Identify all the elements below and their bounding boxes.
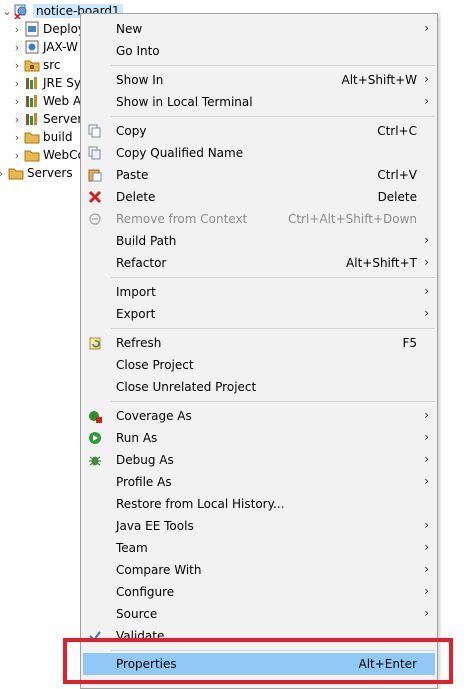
submenu-arrow-icon: › — [424, 430, 429, 444]
submenu-arrow-icon: › — [424, 233, 429, 247]
library-icon — [24, 75, 40, 91]
paste-icon — [87, 167, 103, 183]
submenu-arrow-icon: › — [424, 584, 429, 598]
submenu-arrow-icon: › — [424, 255, 429, 269]
menu-item-profile-as[interactable]: Profile As › — [83, 471, 435, 493]
submenu-arrow-icon: › — [424, 518, 429, 532]
menu-item-refactor[interactable]: Refactor Alt+Shift+T › — [83, 252, 435, 274]
chevron-right-icon[interactable]: › — [10, 149, 24, 162]
submenu-arrow-icon: › — [424, 21, 429, 35]
tree-item-server-runtime[interactable]: › Server — [10, 110, 83, 128]
menu-item-paste[interactable]: Paste Ctrl+V — [83, 164, 435, 186]
menu-item-team[interactable]: Team › — [83, 537, 435, 559]
chevron-right-icon[interactable]: › — [10, 77, 24, 90]
submenu-arrow-icon: › — [424, 94, 429, 108]
menu-item-close-project[interactable]: Close Project — [83, 354, 435, 376]
source-folder-icon — [24, 57, 40, 73]
menu-item-show-in-terminal[interactable]: Show in Local Terminal › — [83, 91, 435, 113]
chevron-right-icon[interactable]: › — [10, 95, 24, 108]
menu-item-compare-with[interactable]: Compare With › — [83, 559, 435, 581]
context-menu: New › Go Into Show In Alt+Shift+W › Show… — [80, 13, 438, 689]
menu-item-show-in[interactable]: Show In Alt+Shift+W › — [83, 69, 435, 91]
tree-item-servers[interactable]: › Servers — [0, 164, 73, 182]
menu-item-restore-local-history[interactable]: Restore from Local History... — [83, 493, 435, 515]
submenu-arrow-icon: › — [424, 474, 429, 488]
folder-icon — [24, 147, 40, 163]
submenu-arrow-icon: › — [424, 306, 429, 320]
menu-item-build-path[interactable]: Build Path › — [83, 230, 435, 252]
submenu-arrow-icon: › — [424, 540, 429, 554]
tree-item-deployment[interactable]: › Deploy — [10, 20, 85, 38]
menu-item-coverage-as[interactable]: Coverage As › — [83, 405, 435, 427]
folder-icon — [24, 129, 40, 145]
library-icon — [24, 93, 40, 109]
menu-item-java-ee-tools[interactable]: Java EE Tools › — [83, 515, 435, 537]
submenu-arrow-icon: › — [424, 562, 429, 576]
library-icon — [24, 111, 40, 127]
menu-item-configure[interactable]: Configure › — [83, 581, 435, 603]
delete-icon — [87, 189, 103, 205]
tree-item-jaxws[interactable]: › JAX-W — [10, 38, 78, 56]
copy-qualified-name-icon — [87, 145, 103, 161]
chevron-right-icon[interactable]: › — [0, 167, 8, 180]
copy-icon — [87, 123, 103, 139]
chevron-down-icon[interactable]: ⌄ — [0, 5, 14, 18]
menu-item-close-unrelated-project[interactable]: Close Unrelated Project — [83, 376, 435, 398]
menu-item-copy-qualified-name[interactable]: Copy Qualified Name — [83, 142, 435, 164]
run-icon — [87, 430, 103, 446]
menu-item-refresh[interactable]: Refresh F5 — [83, 332, 435, 354]
folder-icon — [8, 165, 24, 181]
tree-item-src[interactable]: › src — [10, 56, 61, 74]
menu-item-run-as[interactable]: Run As › — [83, 427, 435, 449]
menu-separator — [111, 328, 435, 329]
chevron-right-icon[interactable]: › — [10, 113, 24, 126]
menu-item-source[interactable]: Source › — [83, 603, 435, 625]
menu-separator — [111, 116, 435, 117]
tree-item-web-app[interactable]: › Web A — [10, 92, 81, 110]
coverage-icon — [87, 408, 103, 424]
chevron-right-icon[interactable]: › — [10, 131, 24, 144]
deployment-descriptor-icon — [24, 21, 40, 37]
submenu-arrow-icon: › — [424, 452, 429, 466]
menu-item-go-into[interactable]: Go Into — [83, 40, 435, 62]
submenu-arrow-icon: › — [424, 606, 429, 620]
chevron-right-icon[interactable]: › — [10, 59, 24, 72]
submenu-arrow-icon: › — [424, 284, 429, 298]
web-project-icon — [14, 3, 30, 19]
jax-ws-icon — [24, 39, 40, 55]
tree-item-jre[interactable]: › JRE Sy — [10, 74, 81, 92]
menu-item-remove-from-context[interactable]: Remove from Context Ctrl+Alt+Shift+Down — [83, 208, 435, 230]
submenu-arrow-icon: › — [424, 408, 429, 422]
menu-separator — [111, 277, 435, 278]
tree-item-build[interactable]: › build — [10, 128, 73, 146]
menu-item-import[interactable]: Import › — [83, 281, 435, 303]
tree-item-webcontent[interactable]: › WebCo — [10, 146, 85, 164]
menu-item-export[interactable]: Export › — [83, 303, 435, 325]
remove-context-icon — [87, 211, 103, 227]
menu-item-new[interactable]: New › — [83, 18, 435, 40]
menu-separator — [111, 65, 435, 66]
refresh-icon — [87, 335, 103, 351]
debug-bug-icon — [87, 452, 103, 468]
menu-item-debug-as[interactable]: Debug As › — [83, 449, 435, 471]
menu-separator — [111, 401, 435, 402]
menu-item-delete[interactable]: Delete Delete — [83, 186, 435, 208]
chevron-right-icon[interactable]: › — [10, 41, 24, 54]
highlight-callout-box — [63, 638, 453, 684]
submenu-arrow-icon: › — [424, 72, 429, 86]
menu-item-copy[interactable]: Copy Ctrl+C — [83, 120, 435, 142]
chevron-right-icon[interactable]: › — [10, 23, 24, 36]
